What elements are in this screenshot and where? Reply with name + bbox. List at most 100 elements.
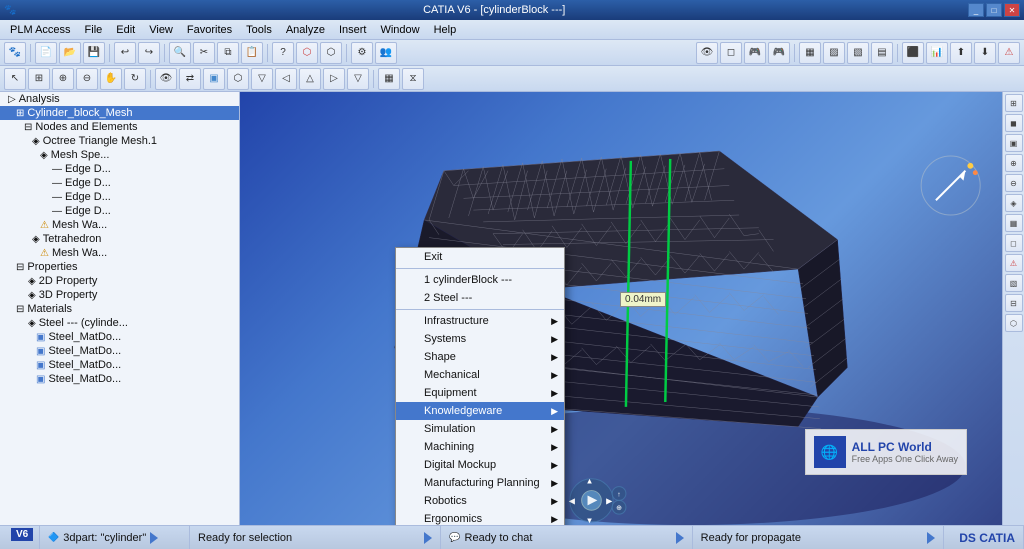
tb-mesh3[interactable]: ▧ <box>847 42 869 64</box>
tree-item-analysis[interactable]: ▷ Analysis <box>0 92 239 106</box>
maximize-button[interactable]: □ <box>986 3 1002 17</box>
tb-export1[interactable]: ⬆ <box>950 42 972 64</box>
tree-item-nodes[interactable]: ⊟ Nodes and Elements <box>0 120 239 134</box>
menu-view[interactable]: View <box>143 23 179 37</box>
tb2-shading[interactable]: ▣ <box>203 68 225 90</box>
tb2-select[interactable]: ↖ <box>4 68 26 90</box>
tb-undo[interactable]: ↩ <box>114 42 136 64</box>
ctx-knowledgeware[interactable]: Knowledgeware ▶ <box>396 402 564 420</box>
rp-btn11[interactable]: ⊟ <box>1005 294 1023 312</box>
ctx-robotics[interactable]: Robotics ▶ <box>396 492 564 510</box>
tree-item-mesh-wa1[interactable]: ⚠ Mesh Wa... <box>0 218 239 232</box>
tree-item-steel-mat2[interactable]: ▣ Steel_MatDo... <box>0 344 239 358</box>
tb-report[interactable]: 📊 <box>926 42 948 64</box>
tb-redo[interactable]: ↪ <box>138 42 160 64</box>
tb-warning[interactable]: ⚠ <box>998 42 1020 64</box>
tree-item-edge3[interactable]: — Edge D... <box>0 190 239 204</box>
close-button[interactable]: ✕ <box>1004 3 1020 17</box>
tb-open[interactable]: 📂 <box>59 42 81 64</box>
tb-mesh1[interactable]: ▦ <box>799 42 821 64</box>
rp-btn5[interactable]: ⊖ <box>1005 174 1023 192</box>
tb2-zoom-fit[interactable]: ⊞ <box>28 68 50 90</box>
rp-btn7[interactable]: ▦ <box>1005 214 1023 232</box>
tree-item-tetra[interactable]: ◈ Tetrahedron <box>0 232 239 246</box>
tb2-front[interactable]: ▷ <box>323 68 345 90</box>
tb-3d1[interactable]: 🎮 <box>744 42 766 64</box>
tree-item-edge1[interactable]: — Edge D... <box>0 162 239 176</box>
rp-btn12[interactable]: ⬡ <box>1005 314 1023 332</box>
tree-item-steel-mat3[interactable]: ▣ Steel_MatDo... <box>0 358 239 372</box>
rp-btn1[interactable]: ⊞ <box>1005 94 1023 112</box>
tb-view2[interactable]: ◻ <box>720 42 742 64</box>
menu-insert[interactable]: Insert <box>333 23 373 37</box>
tb-plm-icon[interactable]: 🐾 <box>4 42 26 64</box>
menu-tools[interactable]: Tools <box>240 23 278 37</box>
rp-btn10[interactable]: ▧ <box>1005 274 1023 292</box>
tb2-multiselect[interactable]: ▦ <box>378 68 400 90</box>
menu-plm-access[interactable]: PLM Access <box>4 23 77 37</box>
tb-cut[interactable]: ✂ <box>193 42 215 64</box>
status-taskbar[interactable]: 🔷 3dpart: "cylinder" <box>40 526 190 549</box>
tree-item-steel-mat1[interactable]: ▣ Steel_MatDo... <box>0 330 239 344</box>
tb-run[interactable]: ⬛ <box>902 42 924 64</box>
tree-item-mesh-wa2[interactable]: ⚠ Mesh Wa... <box>0 246 239 260</box>
tb2-filter[interactable]: ⧖ <box>402 68 424 90</box>
menu-file[interactable]: File <box>79 23 109 37</box>
tree-item-mesh-spe[interactable]: ◈ Mesh Spe... <box>0 148 239 162</box>
tb-settings[interactable]: ⚙ <box>351 42 373 64</box>
ctx-machining[interactable]: Machining ▶ <box>396 438 564 456</box>
tb-copy[interactable]: ⧉ <box>217 42 239 64</box>
tb2-rotate[interactable]: ↻ <box>124 68 146 90</box>
tree-item-properties[interactable]: ⊟ Properties <box>0 260 239 274</box>
ctx-systems[interactable]: Systems ▶ <box>396 330 564 348</box>
tb2-hide-show[interactable]: 👁 <box>155 68 177 90</box>
tb2-top[interactable]: △ <box>299 68 321 90</box>
tb-3d2[interactable]: 🎮 <box>768 42 790 64</box>
tb-paste[interactable]: 📋 <box>241 42 263 64</box>
tb-new[interactable]: 📄 <box>35 42 57 64</box>
tree-item-octree[interactable]: ◈ Octree Triangle Mesh.1 <box>0 134 239 148</box>
ctx-cylinder-block[interactable]: 1 cylinderBlock --- <box>396 271 564 289</box>
tb-export2[interactable]: ⬇ <box>974 42 996 64</box>
viewport[interactable]: ▲ ▼ ◀ ▶ ↑ ⊕ 0.04mm Exit 1 cylinderBloc <box>240 92 1002 525</box>
ctx-exit[interactable]: Exit <box>396 248 564 266</box>
tree-item-edge2[interactable]: — Edge D... <box>0 176 239 190</box>
tb2-pan[interactable]: ✋ <box>100 68 122 90</box>
tree-item-steel-cyl[interactable]: ◈ Steel --- (cylinde... <box>0 316 239 330</box>
ctx-digital-mockup[interactable]: Digital Mockup ▶ <box>396 456 564 474</box>
ctx-steel[interactable]: 2 Steel --- <box>396 289 564 307</box>
tb-what-is[interactable]: ? <box>272 42 294 64</box>
menu-favorites[interactable]: Favorites <box>181 23 238 37</box>
rp-btn6[interactable]: ◈ <box>1005 194 1023 212</box>
tb2-zoom-out[interactable]: ⊖ <box>76 68 98 90</box>
tb-search[interactable]: 🔍 <box>169 42 191 64</box>
tree-item-2d-prop[interactable]: ◈ 2D Property <box>0 274 239 288</box>
tb2-iso[interactable]: ◁ <box>275 68 297 90</box>
rp-btn3[interactable]: ▣ <box>1005 134 1023 152</box>
ctx-equipment[interactable]: Equipment ▶ <box>396 384 564 402</box>
tb-render1[interactable]: ⬡ <box>296 42 318 64</box>
tb2-edges[interactable]: ▽ <box>251 68 273 90</box>
tree-item-edge4[interactable]: — Edge D... <box>0 204 239 218</box>
rp-btn9[interactable]: ⚠ <box>1005 254 1023 272</box>
ctx-ergonomics[interactable]: Ergonomics ▶ <box>396 510 564 525</box>
ctx-manufacturing-planning[interactable]: Manufacturing Planning ▶ <box>396 474 564 492</box>
tb-mesh2[interactable]: ▨ <box>823 42 845 64</box>
tb-view1[interactable]: 👁 <box>696 42 718 64</box>
tb2-swap[interactable]: ⇄ <box>179 68 201 90</box>
tb2-right[interactable]: ▽ <box>347 68 369 90</box>
menu-help[interactable]: Help <box>428 23 463 37</box>
tree-item-steel-mat4[interactable]: ▣ Steel_MatDo... <box>0 372 239 386</box>
rp-btn4[interactable]: ⊕ <box>1005 154 1023 172</box>
tree-item-cylinder-mesh[interactable]: ⊞ Cylinder_block_Mesh <box>0 106 239 120</box>
tree-item-3d-prop[interactable]: ◈ 3D Property <box>0 288 239 302</box>
menu-window[interactable]: Window <box>374 23 425 37</box>
tree-item-materials[interactable]: ⊟ Materials <box>0 302 239 316</box>
tb-mesh4[interactable]: ▤ <box>871 42 893 64</box>
menu-analyze[interactable]: Analyze <box>280 23 331 37</box>
rp-btn8[interactable]: ◻ <box>1005 234 1023 252</box>
tb-render2[interactable]: ⬡ <box>320 42 342 64</box>
menu-edit[interactable]: Edit <box>110 23 141 37</box>
minimize-button[interactable]: _ <box>968 3 984 17</box>
ctx-mechanical[interactable]: Mechanical ▶ <box>396 366 564 384</box>
